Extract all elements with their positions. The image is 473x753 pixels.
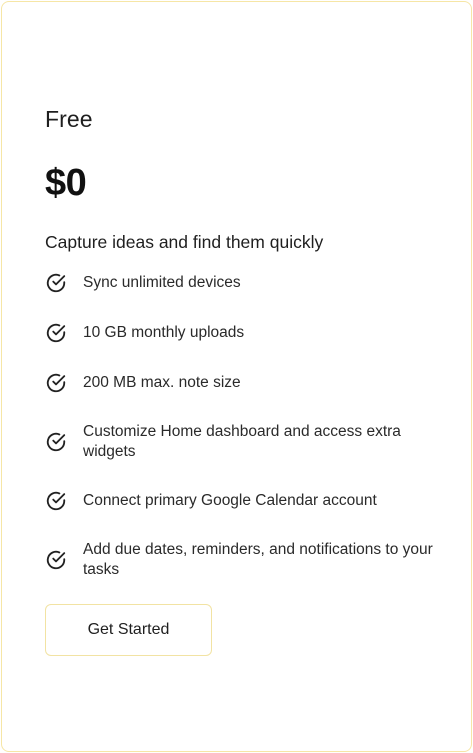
check-circle-icon bbox=[45, 322, 67, 344]
feature-item: Add due dates, reminders, and notificati… bbox=[45, 540, 435, 580]
feature-label: Connect primary Google Calendar account bbox=[83, 492, 377, 509]
feature-label: Customize Home dashboard and access extr… bbox=[83, 423, 401, 460]
plan-price: $0 bbox=[45, 162, 87, 204]
check-circle-icon bbox=[45, 490, 67, 512]
feature-item: 200 MB max. note size bbox=[45, 372, 435, 394]
feature-label: 200 MB max. note size bbox=[83, 374, 241, 391]
feature-item: 10 GB monthly uploads bbox=[45, 322, 435, 344]
plan-description: Capture ideas and find them quickly bbox=[45, 232, 324, 252]
pricing-card: Free $0 Capture ideas and find them quic… bbox=[1, 1, 472, 752]
check-circle-icon bbox=[45, 431, 67, 453]
feature-list: Sync unlimited devices 10 GB monthly upl… bbox=[45, 272, 435, 608]
get-started-button[interactable]: Get Started bbox=[45, 604, 212, 656]
plan-name: Free bbox=[45, 106, 93, 132]
feature-item: Connect primary Google Calendar account bbox=[45, 490, 435, 512]
feature-label: 10 GB monthly uploads bbox=[83, 324, 245, 341]
feature-item: Customize Home dashboard and access extr… bbox=[45, 422, 435, 462]
check-circle-icon bbox=[45, 272, 67, 294]
feature-label: Sync unlimited devices bbox=[83, 274, 241, 291]
check-circle-icon bbox=[45, 549, 67, 571]
check-circle-icon bbox=[45, 372, 67, 394]
feature-label: Add due dates, reminders, and notificati… bbox=[83, 541, 433, 578]
feature-item: Sync unlimited devices bbox=[45, 272, 435, 294]
